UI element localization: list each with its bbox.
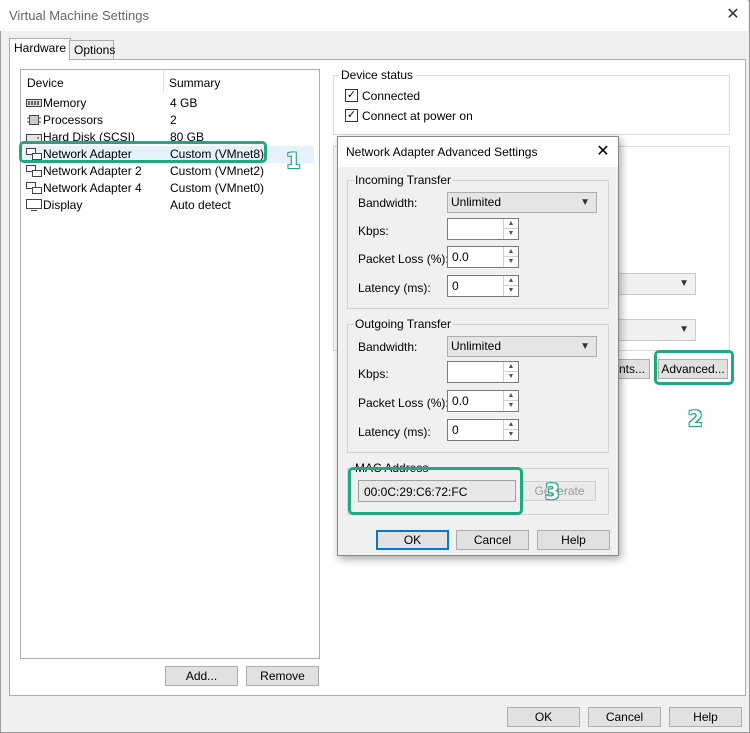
dialog-cancel-button[interactable]: Cancel [456,530,529,550]
spin-down-icon[interactable]: ▼ [503,401,518,411]
spin-up-icon[interactable]: ▲ [503,276,518,286]
outgoing-kbps-label: Kbps: [358,367,389,381]
device-summary: Auto detect [170,198,231,212]
outgoing-bandwidth-value: Unlimited [451,339,502,353]
network-adapter-icon [26,165,42,177]
spin-down-icon[interactable]: ▼ [503,229,518,239]
footer-cancel-button[interactable]: Cancel [588,707,661,727]
incoming-latency-label: Latency (ms): [358,281,431,295]
annotation-highlight-2 [654,350,734,385]
connected-label: Connected [362,89,421,103]
device-row-network-adapter-2[interactable]: Network Adapter 2 Custom (VMnet2) [24,163,314,180]
window-title: Virtual Machine Settings [9,8,149,23]
memory-icon [26,99,42,107]
incoming-kbps-input[interactable]: ▲ ▼ [447,218,519,240]
window-close-button[interactable]: ✕ [718,2,748,28]
tab-hardware[interactable]: Hardware [9,38,72,60]
remove-button[interactable]: Remove [246,666,319,686]
outgoing-packet-loss-value: 0.0 [452,394,469,408]
network-adapter-icon [26,182,42,194]
header-divider [163,70,164,92]
outgoing-transfer-label: Outgoing Transfer [354,317,453,331]
device-name: Processors [43,113,104,127]
device-row-network-adapter-4[interactable]: Network Adapter 4 Custom (VMnet0) [24,180,314,197]
device-summary: Custom (VMnet2) [170,164,265,178]
annotation-highlight-3 [348,467,523,515]
spin-up-icon[interactable]: ▲ [503,247,518,257]
device-status-group [333,75,730,135]
incoming-transfer-label: Incoming Transfer [354,173,453,187]
spin-down-icon[interactable]: ▼ [503,430,518,440]
spin-down-icon[interactable]: ▼ [503,286,518,296]
incoming-latency-input[interactable]: 0 ▲ ▼ [447,275,519,297]
annotation-highlight-1 [19,141,267,163]
chevron-down-icon: ▼ [679,278,689,289]
device-name: Display [43,198,83,212]
device-summary: Custom (VMnet0) [170,181,265,195]
display-icon [26,199,42,211]
annotation-number-1: 1 [286,149,301,173]
incoming-packet-loss-label: Packet Loss (%): [358,252,449,266]
chevron-down-icon: ▼ [580,197,590,208]
connect-at-power-on-label: Connect at power on [362,109,473,123]
outgoing-bandwidth-label: Bandwidth: [358,340,418,354]
spin-up-icon[interactable]: ▲ [503,219,518,229]
device-row-processors[interactable]: Processors 2 [24,112,314,129]
outgoing-latency-value: 0 [452,423,459,437]
outgoing-latency-input[interactable]: 0 ▲ ▼ [447,419,519,441]
tab-options[interactable]: Options [69,40,115,60]
outgoing-kbps-input[interactable]: ▲ ▼ [447,361,519,383]
dialog-help-button[interactable]: Help [537,530,610,550]
outgoing-bandwidth-select[interactable]: Unlimited ▼ [447,336,597,357]
device-name: Memory [43,96,87,110]
outgoing-packet-loss-input[interactable]: 0.0 ▲ ▼ [447,390,519,412]
incoming-latency-value: 0 [452,279,459,293]
connect-at-power-on-checkbox[interactable]: ✓ [345,109,358,122]
device-row-memory[interactable]: Memory 4 GB [24,95,314,112]
incoming-bandwidth-label: Bandwidth: [358,196,418,210]
incoming-packet-loss-input[interactable]: 0.0 ▲ ▼ [447,246,519,268]
incoming-packet-loss-value: 0.0 [452,250,469,264]
device-row-display[interactable]: Display Auto detect [24,197,314,214]
spin-down-icon[interactable]: ▼ [503,257,518,267]
device-name: Network Adapter 2 [43,164,142,178]
column-header-summary[interactable]: Summary [169,76,220,90]
footer-ok-button[interactable]: OK [507,707,580,727]
connected-checkbox[interactable]: ✓ [345,89,358,102]
chevron-down-icon: ▼ [580,341,590,352]
annotation-number-2: 2 [688,407,703,431]
outgoing-latency-label: Latency (ms): [358,425,431,439]
spin-up-icon[interactable]: ▲ [503,391,518,401]
incoming-bandwidth-select[interactable]: Unlimited ▼ [447,192,597,213]
processor-icon [27,115,41,125]
annotation-number-3: 3 [545,480,560,504]
device-name: Network Adapter 4 [43,181,142,195]
footer-help-button[interactable]: Help [669,707,742,727]
chevron-down-icon: ▼ [679,324,689,335]
column-header-device[interactable]: Device [27,76,64,90]
dialog-ok-button[interactable]: OK [376,530,449,550]
add-button[interactable]: Add... [165,666,238,686]
dialog-close-button[interactable]: ✕ [593,142,613,162]
device-summary: 4 GB [170,96,198,110]
device-status-label: Device status [339,68,416,82]
dialog-title: Network Adapter Advanced Settings [346,145,538,159]
spin-up-icon[interactable]: ▲ [503,420,518,430]
spin-up-icon[interactable]: ▲ [503,362,518,372]
incoming-kbps-label: Kbps: [358,224,389,238]
device-summary: 2 [170,113,177,127]
spin-down-icon[interactable]: ▼ [503,372,518,382]
outgoing-packet-loss-label: Packet Loss (%): [358,396,449,410]
incoming-bandwidth-value: Unlimited [451,195,502,209]
